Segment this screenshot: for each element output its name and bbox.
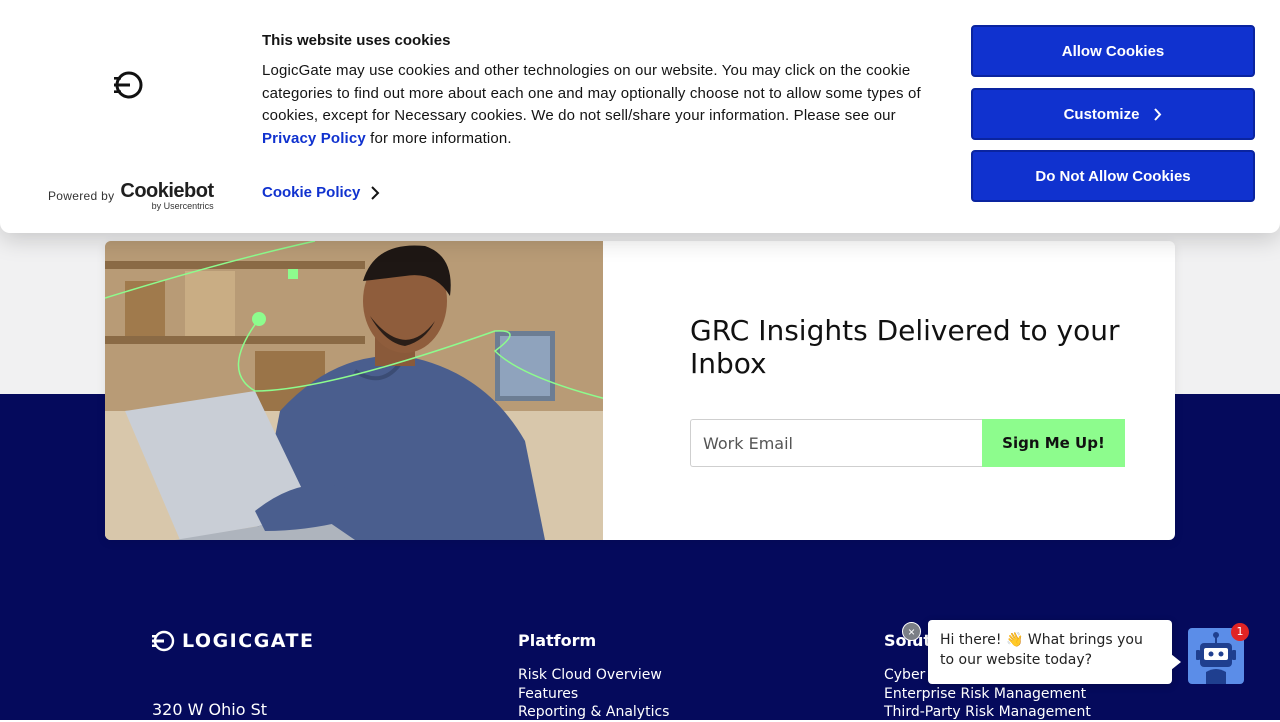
customize-button[interactable]: Customize <box>971 88 1255 140</box>
allow-cookies-label: Allow Cookies <box>1061 42 1165 60</box>
footer-column-title-platform: Platform <box>518 631 597 650</box>
allow-cookies-button[interactable]: Allow Cookies <box>971 25 1255 77</box>
cookie-banner-text: LogicGate may use cookies and other tech… <box>262 60 952 151</box>
footer-logo[interactable]: LOGICGATE <box>152 629 314 653</box>
newsletter-heading: GRC Insights Delivered to your Inbox <box>690 314 1120 380</box>
powered-by-cookiebot[interactable]: Powered by Cookiebot by Usercentrics <box>48 181 214 211</box>
footer-link[interactable]: Features <box>518 685 669 704</box>
footer-link[interactable]: Third-Party Risk Management <box>884 703 1091 722</box>
sign-me-up-button[interactable]: Sign Me Up! <box>982 419 1125 467</box>
privacy-policy-link[interactable]: Privacy Policy <box>262 130 366 147</box>
cookiebot-logo: Cookiebot by Usercentrics <box>120 180 214 211</box>
chevron-right-icon <box>371 185 380 200</box>
footer-link[interactable]: Enterprise Risk Management <box>884 685 1091 704</box>
cookie-consent-banner: Powered by Cookiebot by Usercentrics Thi… <box>0 0 1280 233</box>
cookie-body-text: LogicGate may use cookies and other tech… <box>262 62 921 125</box>
do-not-allow-label: Do Not Allow Cookies <box>1035 167 1191 185</box>
footer-link[interactable]: Risk Cloud Overview <box>518 666 669 685</box>
newsletter-photo <box>105 241 603 540</box>
footer-link[interactable]: Reporting & Analytics <box>518 703 669 722</box>
cookie-policy-label: Cookie Policy <box>262 184 361 201</box>
chat-close-button[interactable]: × <box>902 622 921 641</box>
chat-bubble-tail <box>1171 654 1181 670</box>
footer-logo-text: LOGICGATE <box>182 630 315 652</box>
work-email-input[interactable] <box>690 419 982 467</box>
newsletter-card: GRC Insights Delivered to your Inbox Sig… <box>105 241 1175 540</box>
customize-label: Customize <box>1063 105 1140 123</box>
do-not-allow-cookies-button[interactable]: Do Not Allow Cookies <box>971 150 1255 202</box>
cookie-banner-title: This website uses cookies <box>262 32 451 49</box>
footer-address: 320 W Ohio St <box>152 700 268 719</box>
chat-notification-badge: 1 <box>1231 623 1249 641</box>
cookiebot-subtitle: by Usercentrics <box>151 201 214 211</box>
cookie-body-suffix: for more information. <box>365 130 512 148</box>
footer-platform-links: Risk Cloud Overview Features Reporting &… <box>518 666 669 722</box>
logicgate-mark-icon <box>114 71 143 99</box>
cookie-policy-link[interactable]: Cookie Policy <box>262 184 380 201</box>
person-with-laptop-image <box>105 241 603 540</box>
chat-greeting-bubble[interactable]: Hi there! 👋 What brings you to our websi… <box>928 620 1172 684</box>
powered-by-text: Powered by <box>48 189 115 203</box>
logicgate-logo-icon <box>152 630 175 652</box>
cookiebot-name: Cookiebot <box>120 180 214 202</box>
newsletter-form: GRC Insights Delivered to your Inbox Sig… <box>603 241 1175 540</box>
cookiebot-mark <box>112 68 146 107</box>
chevron-right-icon <box>1154 107 1162 121</box>
